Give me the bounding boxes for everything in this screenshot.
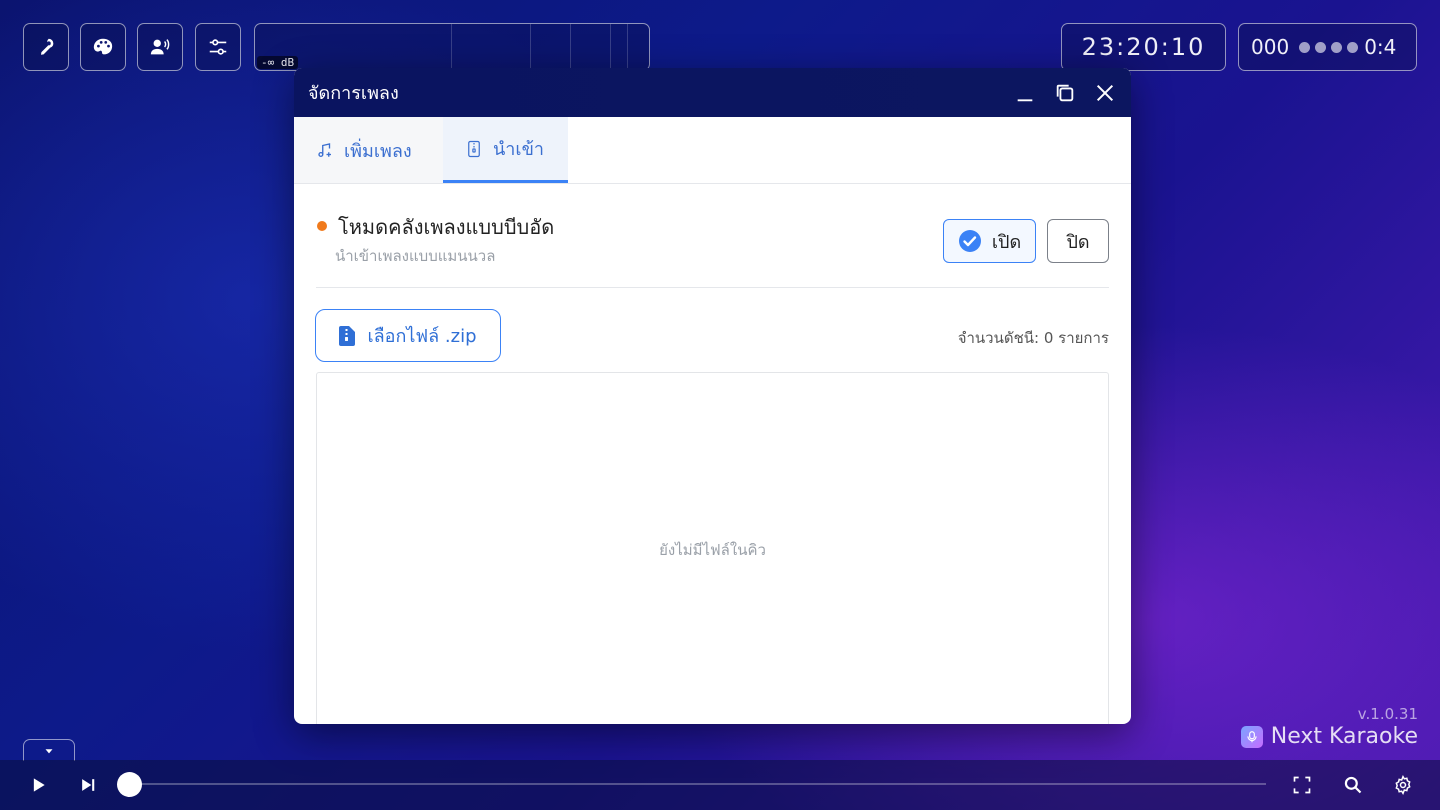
next-button[interactable] — [76, 773, 100, 797]
progress-track[interactable] — [128, 783, 1266, 785]
restore-icon — [1056, 84, 1074, 101]
zip-file-icon — [468, 140, 480, 157]
voice-button[interactable] — [137, 23, 183, 71]
mode-off-button[interactable]: ปิด — [1047, 219, 1109, 263]
playback-bar — [0, 760, 1440, 810]
minimize-button[interactable] — [1005, 73, 1045, 113]
check-circle-icon — [958, 230, 981, 252]
fullscreen-button[interactable] — [1290, 773, 1314, 797]
dialog-header: จัดการเพลง — [294, 68, 1131, 117]
play-button[interactable] — [26, 773, 50, 797]
app-logo-icon — [1240, 725, 1263, 748]
play-icon — [33, 778, 45, 792]
mode-title: โหมดคลังเพลงแบบบีบอัด — [338, 215, 555, 239]
tab-import[interactable]: นำเข้า — [443, 117, 568, 183]
minimize-icon — [1017, 98, 1033, 101]
search-icon — [1344, 776, 1362, 794]
compressed-library-mode: โหมดคลังเพลงแบบบีบอัด นำเข้าเพลงแบบแมนนว… — [316, 208, 1109, 288]
app-version: v.1.0.31 — [1357, 705, 1418, 723]
palette-icon — [93, 38, 113, 55]
mode-on-label: เปิด — [991, 231, 1022, 253]
gear-icon — [1395, 775, 1411, 795]
voice-icon — [150, 39, 170, 55]
caret-down-icon — [45, 748, 53, 753]
index-count: จำนวนดัชนี: 0 รายการ — [957, 329, 1109, 347]
close-icon — [1096, 84, 1114, 101]
skip-next-icon — [82, 779, 95, 791]
mode-subtitle: นำเข้าเพลงแบบแมนนวล — [335, 247, 496, 265]
fullscreen-icon — [1293, 776, 1311, 794]
counter-time: 0:4 — [1364, 35, 1397, 59]
palette-button[interactable] — [80, 23, 126, 71]
search-button[interactable] — [1341, 773, 1365, 797]
app-name: Next Karaoke — [1270, 724, 1418, 749]
counter-value: 000 — [1251, 35, 1290, 59]
tab-add-song-label: เพิ่มเพลง — [344, 140, 412, 162]
sliders-icon — [209, 39, 227, 55]
zip-file-icon — [339, 325, 356, 346]
mode-off-label: ปิด — [1066, 231, 1090, 253]
brand: Next Karaoke — [1240, 724, 1418, 749]
counter-dots — [1299, 41, 1359, 53]
microphone-button[interactable] — [23, 23, 69, 71]
clock: 23:20:10 — [1061, 23, 1226, 71]
tab-import-label: นำเข้า — [493, 139, 544, 160]
close-button[interactable] — [1085, 73, 1125, 113]
manage-songs-dialog: จัดการเพลง เพิ่มเพลง นำเข้า โหมดคลังเพลง… — [294, 68, 1131, 724]
restore-button[interactable] — [1045, 73, 1085, 113]
collapse-panel-button[interactable] — [23, 739, 75, 761]
audio-level-meter: -∞ dB — [254, 23, 650, 71]
status-dot — [317, 221, 327, 231]
select-zip-button[interactable]: เลือกไฟล์ .zip — [315, 309, 501, 362]
dialog-tabs: เพิ่มเพลง นำเข้า — [294, 117, 1131, 184]
queue-empty-message: ยังไม่มีไฟล์ในคิว — [659, 541, 766, 559]
song-counter: 000 0:4 — [1238, 23, 1417, 71]
db-readout: -∞ dB — [257, 56, 299, 69]
music-add-icon — [318, 143, 331, 158]
tab-add-song[interactable]: เพิ่มเพลง — [294, 117, 443, 183]
sliders-button[interactable] — [195, 23, 241, 71]
microphone-icon — [40, 38, 54, 55]
progress-handle[interactable] — [117, 772, 142, 797]
select-zip-label: เลือกไฟล์ .zip — [367, 326, 477, 347]
file-queue: ยังไม่มีไฟล์ในคิว — [316, 372, 1109, 724]
mode-on-button[interactable]: เปิด — [943, 219, 1036, 263]
dialog-title: จัดการเพลง — [308, 83, 399, 104]
settings-button[interactable] — [1391, 773, 1415, 797]
